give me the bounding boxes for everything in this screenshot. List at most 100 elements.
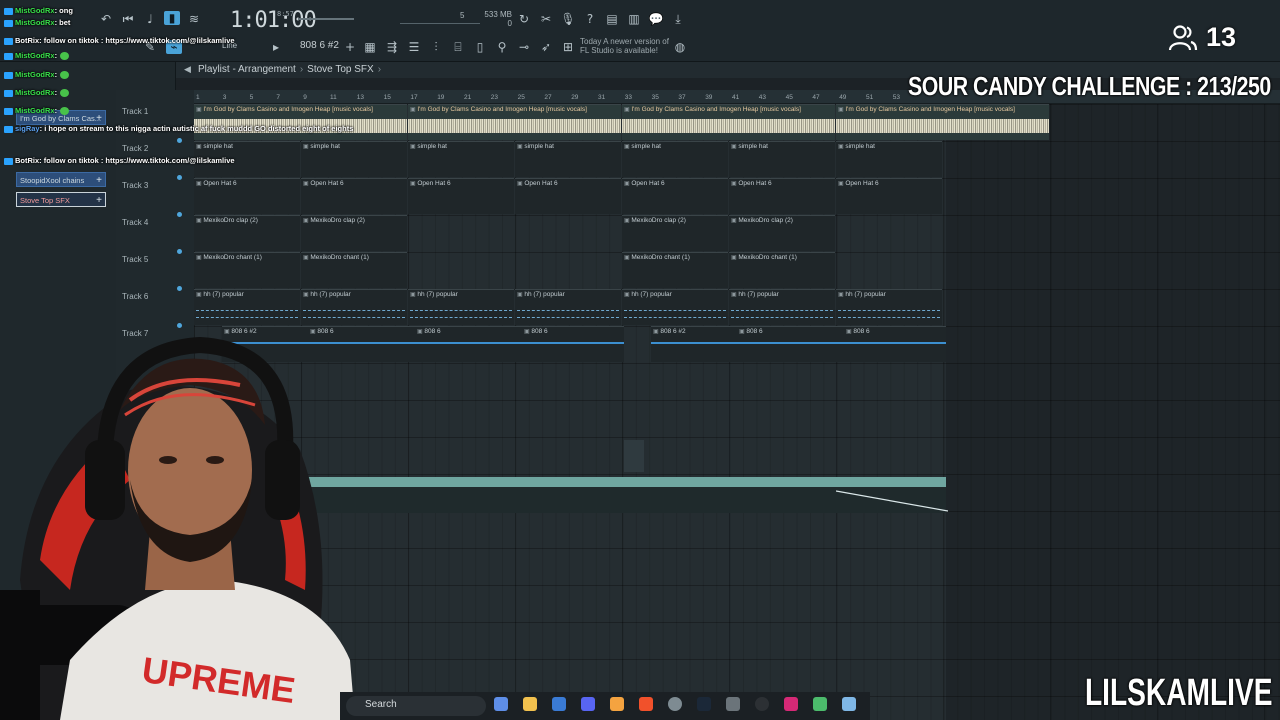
playlist-clip[interactable]: Open Hat 6 [194, 178, 300, 214]
picker-item[interactable]: StoopidXool chains + [16, 172, 106, 187]
track-mute-button[interactable] [177, 323, 182, 328]
track-mute-button[interactable] [177, 249, 182, 254]
playlist-clip[interactable]: 808 6 [737, 326, 844, 362]
add-icon[interactable]: + [96, 173, 102, 188]
playlist-clip[interactable]: Open Hat 6 [622, 178, 728, 214]
add-icon[interactable]: + [96, 193, 102, 208]
globe-icon[interactable]: ◍ [672, 40, 688, 54]
bluestacks-icon[interactable] [813, 697, 827, 711]
store-app-icon[interactable] [552, 697, 566, 711]
browser-icon[interactable]: ⌸ [450, 40, 466, 54]
track-mute-button[interactable] [177, 175, 182, 180]
automation-curve[interactable] [836, 489, 948, 513]
track-name[interactable]: Track 5 [122, 255, 148, 264]
rewind-icon[interactable]: ⏮ [120, 12, 136, 26]
playlist-clip[interactable]: simple hat [836, 141, 942, 177]
playlist-clip[interactable]: simple hat [622, 141, 728, 177]
file-explorer-icon[interactable] [523, 697, 537, 711]
4k-app-icon[interactable] [755, 697, 769, 711]
connect-icon[interactable]: ⊸ [516, 40, 532, 54]
plugin-icon[interactable]: ⚲ [494, 40, 510, 54]
playlist-clip[interactable]: Open Hat 6 [836, 178, 942, 214]
microphone-icon[interactable]: 🎙 [560, 12, 576, 26]
add-pattern-icon[interactable]: + [342, 40, 358, 54]
playlist-clip[interactable]: MexikoDro clap (2) [301, 215, 407, 251]
playlist-clip[interactable]: Open Hat 6 [515, 178, 621, 214]
playlist-clip[interactable]: MexikoDro clap (2) [622, 215, 728, 251]
pattern-mode-icon[interactable]: ▮ [164, 11, 180, 25]
playlist-clip[interactable]: simple hat [515, 141, 621, 177]
playlist-clip[interactable]: Open Hat 6 [729, 178, 835, 214]
playlist-clip[interactable]: 808 6 [844, 326, 946, 362]
bird-icon[interactable]: ➶ [538, 40, 554, 54]
playlist-pattern-name[interactable]: Stove Top SFX [307, 64, 374, 75]
track-mute-button[interactable] [177, 286, 182, 291]
playlist-clip[interactable]: 808 6 #2 [651, 326, 737, 362]
playlist-clip[interactable]: 808 6 [522, 326, 624, 362]
playlist-clip[interactable]: hh (7) popular [515, 289, 621, 325]
playlist-clip[interactable]: hh (7) popular [729, 289, 835, 325]
cut-icon[interactable]: ✂ [538, 12, 554, 26]
stove-top-sfx-clip[interactable] [624, 440, 644, 472]
track-name[interactable]: Track 3 [122, 181, 148, 190]
mixer-sliders-icon[interactable]: ⫶ [428, 40, 444, 54]
news-panel[interactable]: Today A newer version of FL Studio is av… [580, 37, 669, 55]
arrange-icon[interactable]: ⇶ [384, 40, 400, 54]
chat-icon[interactable]: 💬 [648, 12, 664, 26]
playlist-clip[interactable]: MexikoDro chant (1) [729, 252, 835, 288]
playlist-clip[interactable]: MexikoDro clap (2) [729, 215, 835, 251]
track-mute-button[interactable] [177, 212, 182, 217]
app-icon[interactable] [726, 697, 740, 711]
notepad-icon[interactable] [842, 697, 856, 711]
steam-icon[interactable] [697, 697, 711, 711]
automation-clip[interactable] [290, 477, 946, 487]
file-icon[interactable]: ▯ [472, 40, 488, 54]
playlist-clip[interactable]: I'm God by Clams Casino and Imogen Heap … [194, 104, 407, 140]
playlist-clip[interactable]: I'm God by Clams Casino and Imogen Heap … [836, 104, 1049, 140]
brave-icon[interactable] [639, 697, 653, 711]
playlist-clip[interactable]: MexikoDro clap (2) [194, 215, 300, 251]
track-mute-button[interactable] [177, 138, 182, 143]
playlist-clip[interactable]: Open Hat 6 [408, 178, 514, 214]
playlist-clip[interactable]: I'm God by Clams Casino and Imogen Heap … [622, 104, 835, 140]
store-icon[interactable]: ⊞ [560, 40, 576, 54]
playlist-clip[interactable]: hh (7) popular [622, 289, 728, 325]
playlist-clip[interactable]: MexikoDro chant (1) [194, 252, 300, 288]
playlist-clip[interactable]: MexikoDro chant (1) [622, 252, 728, 288]
fl-studio-icon[interactable] [610, 697, 624, 711]
instagram-icon[interactable] [784, 697, 798, 711]
track-name[interactable]: Track 1 [122, 107, 148, 116]
playlist-clip[interactable]: hh (7) popular [408, 289, 514, 325]
metronome-icon[interactable]: ≋ [186, 12, 202, 26]
tempo-icon[interactable]: ♩ [142, 12, 158, 26]
track-name[interactable]: Track 4 [122, 218, 148, 227]
picker-item[interactable]: Stove Top SFX + [16, 192, 106, 207]
playlist-clip[interactable]: I'm God by Clams Casino and Imogen Heap … [408, 104, 621, 140]
track-name[interactable]: Track 6 [122, 292, 148, 301]
playlist-clip[interactable]: simple hat [729, 141, 835, 177]
play-icon[interactable]: ▸ [268, 40, 284, 54]
mixer-icon[interactable]: ▥ [626, 12, 642, 26]
undo-icon[interactable]: ↶ [98, 12, 114, 26]
pattern-selector[interactable]: 808 6 #2 [300, 40, 339, 51]
playlist-clip[interactable]: hh (7) popular [301, 289, 407, 325]
channel-rack-icon[interactable]: ☰ [406, 40, 422, 54]
playlist-clip[interactable]: simple hat [408, 141, 514, 177]
playlist-icon[interactable]: ▦ [362, 40, 378, 54]
save-icon[interactable]: ▤ [604, 12, 620, 26]
copilot-icon[interactable] [494, 697, 508, 711]
obs-icon[interactable] [668, 697, 682, 711]
playlist-menu-icon[interactable]: ◀ [184, 64, 191, 75]
playlist-clip[interactable]: hh (7) popular [194, 289, 300, 325]
discord-icon[interactable] [581, 697, 595, 711]
master-volume-slider[interactable] [298, 18, 354, 20]
refresh-icon[interactable]: ↻ [516, 12, 532, 26]
playlist-clip[interactable]: Open Hat 6 [301, 178, 407, 214]
download-icon[interactable]: ⤓ [670, 12, 686, 26]
playlist-clip[interactable]: hh (7) popular [836, 289, 942, 325]
playlist-clip[interactable]: 808 6 [415, 326, 522, 362]
track-name[interactable]: Track 2 [122, 144, 148, 153]
playlist-clip[interactable]: MexikoDro chant (1) [301, 252, 407, 288]
help-icon[interactable]: ? [582, 12, 598, 26]
playlist-clip[interactable]: simple hat [301, 141, 407, 177]
